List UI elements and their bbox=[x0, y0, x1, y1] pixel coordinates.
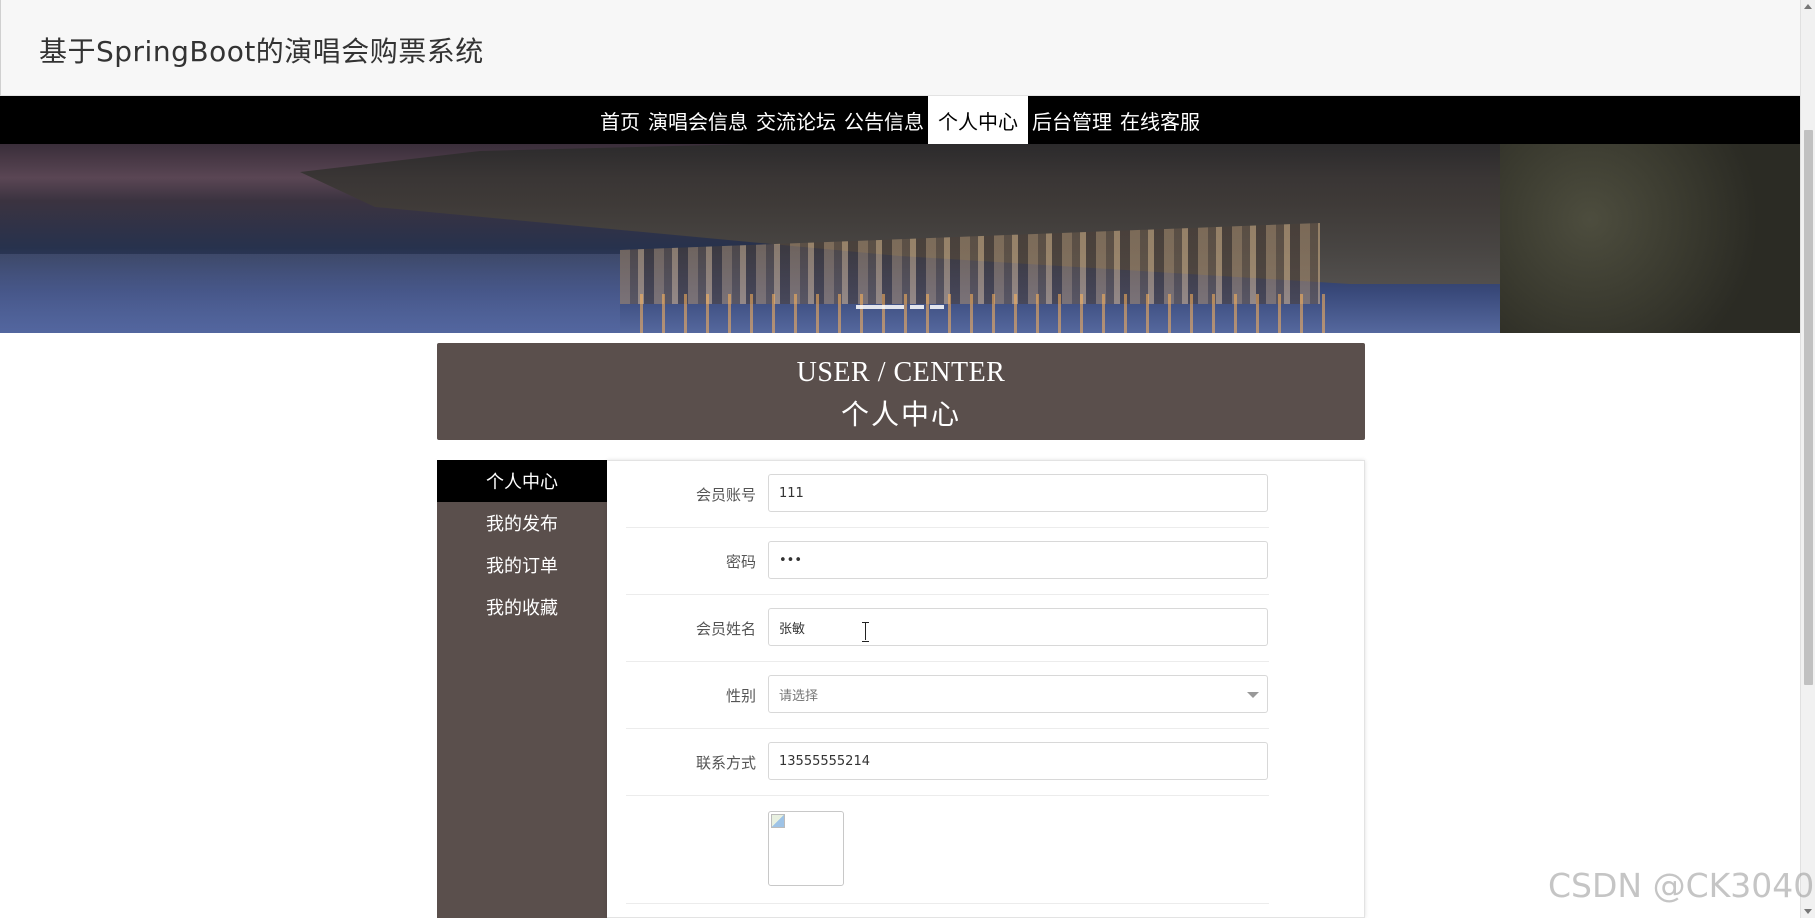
section-heading: USER / CENTER 个人中心 bbox=[437, 343, 1365, 440]
carousel-indicators bbox=[856, 305, 944, 309]
heading-en: USER / CENTER bbox=[796, 357, 1006, 388]
nav-item-forum[interactable]: 交流论坛 bbox=[752, 96, 840, 144]
nav-item-user-center[interactable]: 个人中心 bbox=[928, 96, 1028, 144]
phone-label: 联系方式 bbox=[695, 754, 756, 772]
nav-item-customer-service[interactable]: 在线客服 bbox=[1116, 96, 1204, 144]
nav-item-announcements[interactable]: 公告信息 bbox=[840, 96, 928, 144]
text-cursor-icon bbox=[862, 622, 870, 642]
avatar-upload[interactable] bbox=[768, 811, 844, 886]
main-nav: 首页 演唱会信息 交流论坛 公告信息 个人中心 后台管理 在线客服 bbox=[0, 96, 1800, 144]
banner-sea bbox=[0, 254, 620, 333]
gender-select-value: 请选择 bbox=[779, 688, 819, 704]
account-label: 会员账号 bbox=[695, 486, 756, 504]
profile-form: 会员账号 密码 会员姓名 性别 请选择 联系方式 bbox=[607, 460, 1365, 918]
form-row-name: 会员姓名 bbox=[626, 595, 1269, 662]
account-input[interactable] bbox=[768, 474, 1268, 512]
site-title: 基于SpringBoot的演唱会购票系统 bbox=[39, 35, 484, 68]
sidebar-item-user-center[interactable]: 个人中心 bbox=[437, 460, 607, 502]
page-scrollbar[interactable] bbox=[1800, 0, 1815, 918]
watermark: CSDN @CK3040 bbox=[1548, 866, 1815, 905]
password-input[interactable] bbox=[768, 541, 1268, 579]
name-label: 会员姓名 bbox=[695, 620, 756, 638]
nav-item-concerts[interactable]: 演唱会信息 bbox=[644, 96, 752, 144]
password-label: 密码 bbox=[725, 553, 756, 571]
user-sidebar: 个人中心 我的发布 我的订单 我的收藏 bbox=[437, 460, 607, 918]
form-row-gender: 性别 请选择 bbox=[626, 662, 1269, 729]
form-row-phone: 联系方式 bbox=[626, 729, 1269, 796]
banner-lights bbox=[640, 294, 1340, 333]
scroll-up-arrow-icon[interactable] bbox=[1804, 4, 1812, 9]
scroll-down-arrow-icon[interactable] bbox=[1804, 909, 1812, 914]
nav-item-admin[interactable]: 后台管理 bbox=[1028, 96, 1116, 144]
phone-input[interactable] bbox=[768, 742, 1268, 780]
nav-item-home[interactable]: 首页 bbox=[596, 96, 644, 144]
gender-select[interactable]: 请选择 bbox=[768, 675, 1268, 713]
sidebar-item-my-favorites[interactable]: 我的收藏 bbox=[437, 586, 607, 628]
carousel-dot-1[interactable] bbox=[856, 305, 904, 309]
chevron-down-icon bbox=[1247, 692, 1259, 698]
gender-label: 性别 bbox=[725, 687, 756, 705]
form-row-password: 密码 bbox=[626, 528, 1269, 595]
broken-image-icon bbox=[771, 814, 785, 828]
page: 基于SpringBoot的演唱会购票系统 首页 演唱会信息 交流论坛 公告信息 … bbox=[0, 0, 1815, 918]
carousel-dot-2[interactable] bbox=[910, 305, 924, 309]
scroll-thumb[interactable] bbox=[1804, 130, 1813, 685]
heading-zh: 个人中心 bbox=[840, 398, 961, 431]
form-row-account: 会员账号 bbox=[626, 461, 1269, 528]
banner-trees bbox=[1500, 144, 1800, 333]
site-header: 基于SpringBoot的演唱会购票系统 bbox=[0, 0, 1800, 96]
name-input[interactable] bbox=[768, 608, 1268, 646]
sidebar-item-my-orders[interactable]: 我的订单 bbox=[437, 544, 607, 586]
form-row-avatar bbox=[626, 796, 1269, 904]
carousel-dot-3[interactable] bbox=[930, 305, 944, 309]
sidebar-item-my-posts[interactable]: 我的发布 bbox=[437, 502, 607, 544]
